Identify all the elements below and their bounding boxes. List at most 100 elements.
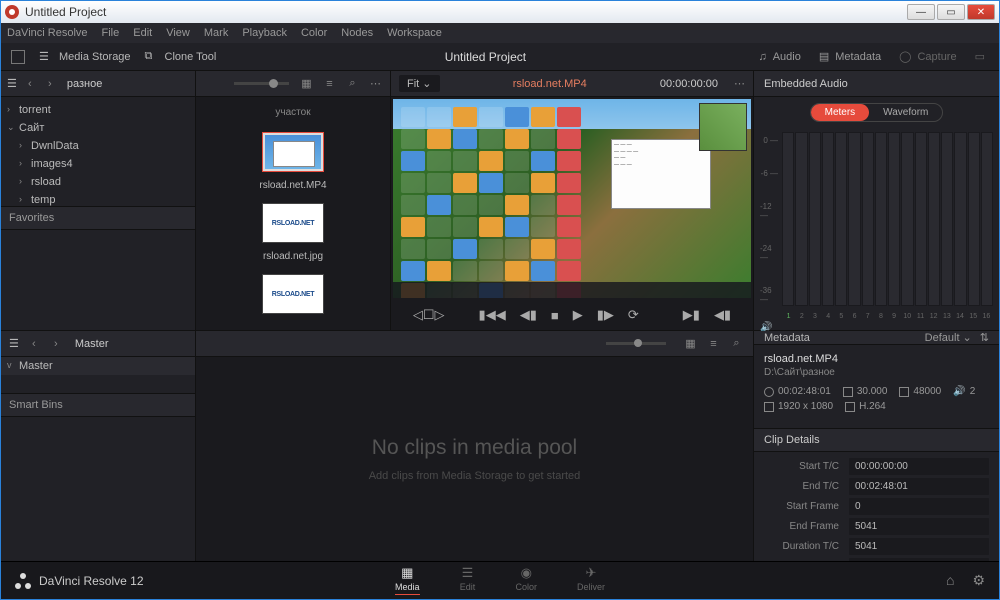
detail-row: Start T/C00:00:00:00 (764, 458, 989, 475)
metadata-button[interactable]: ▤Metadata (819, 50, 881, 63)
folder-temp[interactable]: ›temp (1, 191, 195, 206)
window-titlebar: Untitled Project — ▭ ✕ (1, 1, 999, 23)
metadata-sort-icon[interactable]: ⇅ (980, 331, 989, 344)
loop-button[interactable]: ⟳ (628, 307, 639, 323)
clone-tool-button[interactable]: ⧉ Clone Tool (145, 50, 217, 64)
menu-edit[interactable]: Edit (133, 27, 152, 39)
page-edit[interactable]: ☰Edit (459, 566, 475, 595)
menu-color[interactable]: Color (301, 27, 327, 39)
menu-file[interactable]: File (102, 27, 120, 39)
smart-bins-header[interactable]: Smart Bins (1, 393, 195, 417)
codec-icon (845, 402, 855, 412)
detail-row: End Frame5041 (764, 518, 989, 535)
page-color[interactable]: ◉Color (515, 566, 537, 595)
meter-bar-2 (795, 132, 807, 306)
stop-button[interactable]: ■ (551, 308, 559, 323)
pool-path: Master (75, 338, 109, 350)
settings-button[interactable]: ⚙ (972, 572, 985, 589)
channels-icon: 🔊 (953, 386, 965, 397)
audio-button[interactable]: ♫Audio (758, 51, 800, 63)
app-icon (5, 5, 19, 19)
metadata-preset[interactable]: Default ⌄ (925, 331, 972, 344)
menu-playback[interactable]: Playback (242, 27, 287, 39)
source-viewer: Fit ⌄ rsload.net.MP4 00:00:00:00 ⋯ — — —… (391, 71, 754, 330)
project-title: Untitled Project (226, 50, 744, 64)
menu-nodes[interactable]: Nodes (341, 27, 373, 39)
close-button[interactable]: ✕ (967, 4, 995, 20)
page-deliver[interactable]: ✈Deliver (577, 566, 605, 595)
detail-row: End T/C00:02:48:01 (764, 478, 989, 495)
menu-mark[interactable]: Mark (204, 27, 228, 39)
media-storage-button[interactable]: ☰ Media Storage (39, 50, 131, 64)
meta-filename: rsload.net.MP4 (764, 353, 989, 365)
pool-nav-fwd[interactable]: › (49, 338, 63, 350)
folder-images4[interactable]: ›images4 (1, 155, 195, 173)
thumb-size-slider[interactable] (234, 82, 289, 85)
media-pool-bins: ☰ ‹ › Master vMaster Smart Bins (1, 331, 196, 561)
viewer-canvas[interactable]: — — —— — — —— —— — — (393, 99, 751, 298)
menu-bar: DaVinci Resolve File Edit View Mark Playback C… (1, 23, 999, 43)
favorites-header[interactable]: Favorites (1, 206, 195, 230)
jog-end-button[interactable]: ▶▮ (683, 307, 700, 323)
next-frame-button[interactable]: ▮▶ (597, 307, 614, 323)
first-frame-button[interactable]: ▮◀◀ (479, 307, 506, 323)
minimize-button[interactable]: — (907, 4, 935, 20)
duration-icon (764, 387, 774, 397)
meter-bars: 12345678910111213141516 (782, 132, 993, 320)
options-button[interactable]: ⋯ (369, 77, 382, 90)
menu-view[interactable]: View (166, 27, 190, 39)
pool-nav-back[interactable]: ‹ (27, 338, 41, 350)
pool-layout-icon[interactable]: ☰ (9, 337, 19, 350)
master-bin[interactable]: vMaster (1, 357, 195, 375)
pool-thumb-slider[interactable] (606, 342, 666, 345)
viewer-timecode: 00:00:00:00 (660, 78, 718, 90)
maximize-button[interactable]: ▭ (937, 4, 965, 20)
prev-frame-button[interactable]: ◀▮ (520, 307, 537, 323)
folder-rsload[interactable]: ›rsload (1, 173, 195, 191)
menu-workspace[interactable]: Workspace (387, 27, 442, 39)
pool-list-view[interactable]: ≡ (707, 337, 720, 350)
toggle-panel-button[interactable] (11, 50, 25, 64)
list-view-button[interactable]: ≡ (323, 77, 336, 90)
clip-details-header: Clip Details (754, 428, 999, 452)
jog-start-button[interactable]: ◀▮ (714, 307, 731, 323)
folder-DwnlData[interactable]: ›DwnlData (1, 137, 195, 155)
folder-tree[interactable]: ›torrent⌄Сайт›DwnlData›images4›rsload›te… (1, 97, 195, 206)
mark-in-out-icon[interactable]: ◁☐▷ (413, 307, 445, 323)
color-icon: ◉ (518, 566, 534, 580)
meter-bar-12 (928, 132, 940, 306)
pool-search[interactable]: ⌕ (730, 337, 743, 350)
grid-view-button[interactable]: ▦ (300, 77, 313, 90)
preview-window-overlay: — — —— — — —— —— — — (611, 139, 711, 209)
media-pool-empty: No clips in media pool Add clips from Me… (196, 357, 753, 561)
clone-icon: ⧉ (145, 50, 159, 64)
meters-tab[interactable]: Meters (811, 104, 870, 121)
thumbnail[interactable] (262, 203, 324, 243)
thumbnail-panel: ▦ ≡ ⌕ ⋯ участок rsload.net.MP4rsload.net… (196, 71, 391, 330)
folder-torrent[interactable]: ›torrent (1, 101, 195, 119)
thumbnail[interactable] (262, 132, 324, 172)
play-button[interactable]: ▶ (573, 307, 583, 323)
thumbnail[interactable] (262, 274, 324, 314)
meter-scale: 0 —-6 —-12 —-24 —-36 — (760, 132, 780, 320)
capture-button[interactable]: ◯Capture (899, 50, 956, 63)
meter-bar-8 (875, 132, 887, 306)
edit-icon: ☰ (459, 566, 475, 580)
nav-back[interactable]: ‹ (23, 78, 37, 90)
zoom-selector[interactable]: Fit ⌄ (399, 75, 440, 92)
pool-grid-view[interactable]: ▦ (684, 337, 697, 350)
metadata-icon: ▤ (819, 50, 829, 63)
meter-bar-6 (848, 132, 860, 306)
fps-icon (843, 387, 853, 397)
monitor-icon[interactable]: ▭ (975, 50, 985, 63)
folder-Сайт[interactable]: ⌄Сайт (1, 119, 195, 137)
waveform-tab[interactable]: Waveform (869, 104, 942, 121)
menu-davinci-resolve[interactable]: DaVinci Resolve (7, 27, 88, 39)
resolution-icon (764, 402, 774, 412)
home-button[interactable]: ⌂ (946, 572, 954, 589)
layout-icon[interactable]: ☰ (7, 77, 17, 90)
page-media[interactable]: ▦Media (395, 566, 420, 595)
viewer-options[interactable]: ⋯ (734, 77, 745, 90)
search-button[interactable]: ⌕ (346, 77, 359, 90)
nav-fwd[interactable]: › (43, 78, 57, 90)
